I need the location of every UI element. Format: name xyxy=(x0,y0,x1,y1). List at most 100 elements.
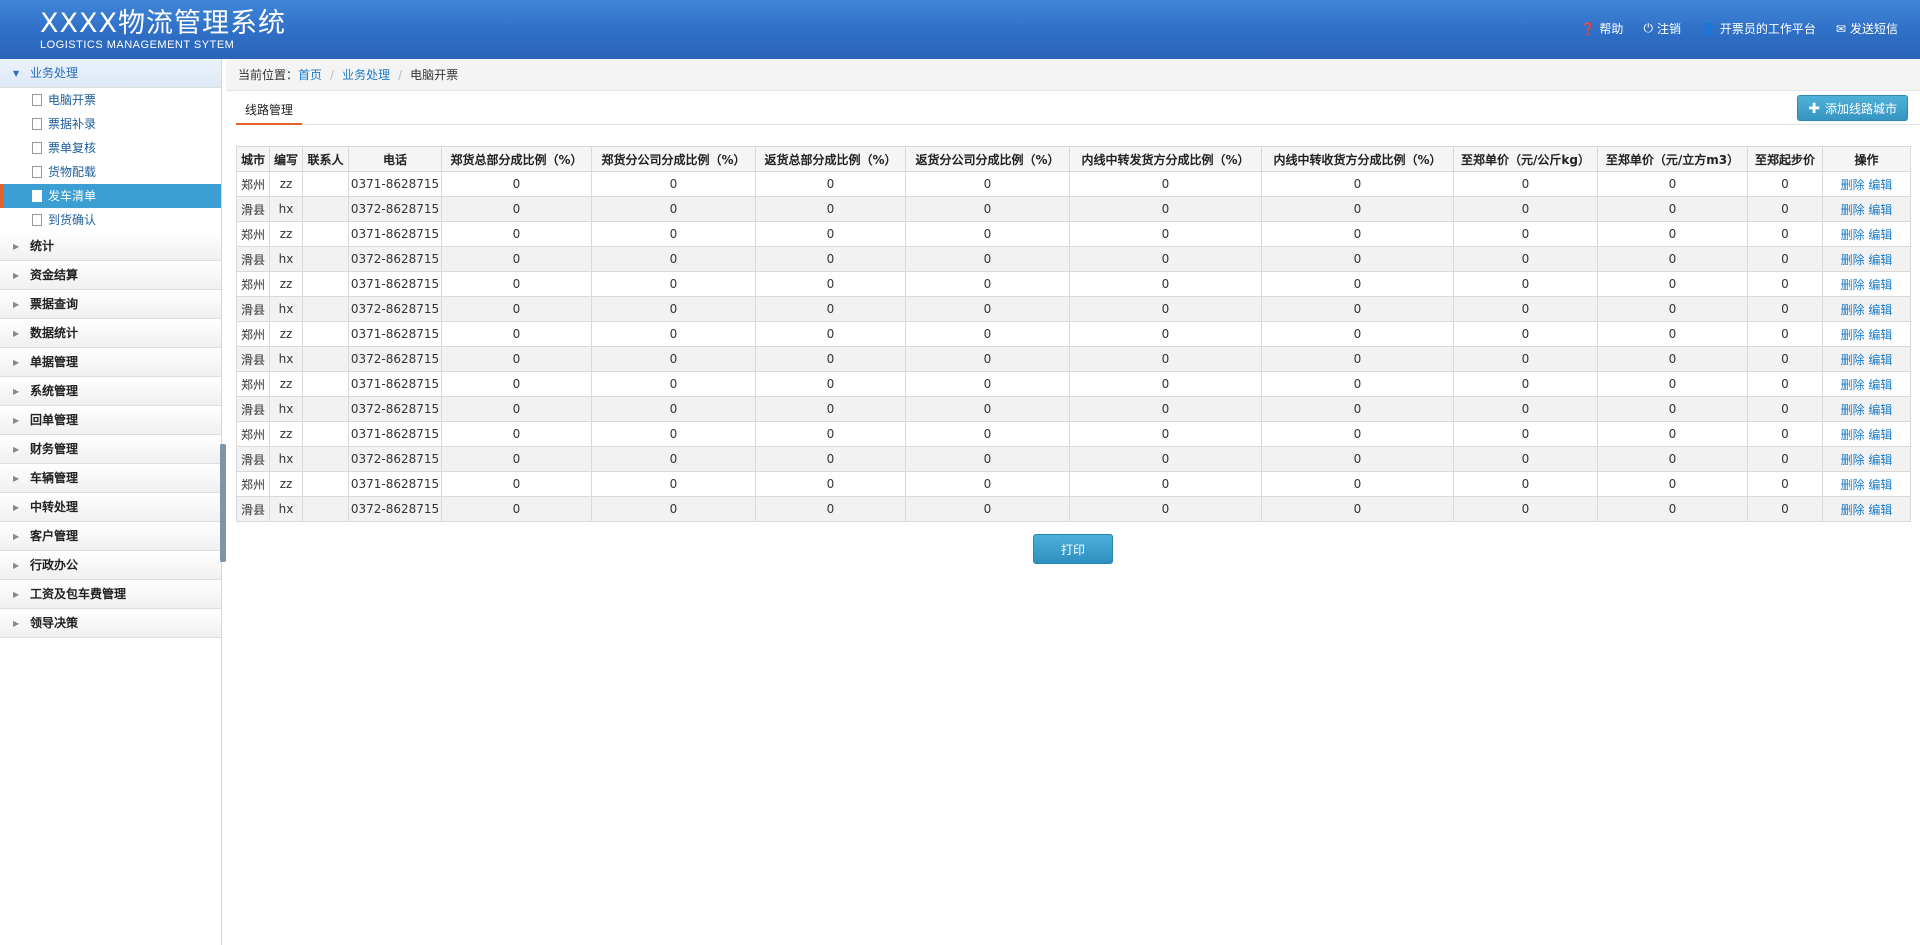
edit-link[interactable]: 编辑 xyxy=(1868,278,1892,292)
edit-link[interactable]: 编辑 xyxy=(1868,503,1892,517)
breadcrumb-section[interactable]: 业务处理 xyxy=(342,68,390,82)
tab-route-management[interactable]: 线路管理 xyxy=(236,95,303,125)
delete-link[interactable]: 删除 xyxy=(1841,253,1865,267)
print-button[interactable]: 打印 xyxy=(1033,534,1113,564)
help-link[interactable]: ❓ 帮助 xyxy=(1580,20,1623,37)
table-actions-cell: 删除 编辑 xyxy=(1822,246,1911,272)
sidebar-group[interactable]: ▶ 统计 xyxy=(0,232,221,261)
edit-link[interactable]: 编辑 xyxy=(1868,328,1892,342)
table-cell: 0371-8628715 xyxy=(348,371,442,397)
table-cell: zz xyxy=(269,271,303,297)
table-cell: 0 xyxy=(1069,471,1262,497)
table-header-cell: 电话 xyxy=(348,146,442,172)
table-row: 滑县 hx 0372-8628715 0 0 0 0 0 0 0 0 0 删除 编辑 xyxy=(236,296,1911,322)
delete-link[interactable]: 删除 xyxy=(1841,303,1865,317)
edit-link[interactable]: 编辑 xyxy=(1868,378,1892,392)
delete-link[interactable]: 删除 xyxy=(1841,403,1865,417)
table-actions-cell: 删除 编辑 xyxy=(1822,271,1911,297)
table-cell: 0 xyxy=(905,296,1070,322)
sidebar-subitem[interactable]: 到货确认 xyxy=(0,208,221,232)
table-cell: 0 xyxy=(755,446,906,472)
table-cell: 0 xyxy=(905,196,1070,222)
sidebar-subitem[interactable]: 票单复核 xyxy=(0,136,221,160)
delete-link[interactable]: 删除 xyxy=(1841,278,1865,292)
table-cell: 0 xyxy=(591,396,756,422)
delete-link[interactable]: 删除 xyxy=(1841,478,1865,492)
delete-link[interactable]: 删除 xyxy=(1841,453,1865,467)
delete-link[interactable]: 删除 xyxy=(1841,378,1865,392)
delete-link[interactable]: 删除 xyxy=(1841,503,1865,517)
sidebar-group[interactable]: ▶ 系统管理 xyxy=(0,377,221,406)
edit-link[interactable]: 编辑 xyxy=(1868,428,1892,442)
delete-link[interactable]: 删除 xyxy=(1841,353,1865,367)
table-cell: 0 xyxy=(1747,346,1823,372)
edit-link[interactable]: 编辑 xyxy=(1868,178,1892,192)
sidebar-group[interactable]: ▶ 客户管理 xyxy=(0,522,221,551)
table-cell: hx xyxy=(269,446,303,472)
table-cell: 0 xyxy=(905,346,1070,372)
sidebar-subitem[interactable]: 发车清单 xyxy=(0,184,221,208)
chevron-right-icon: ▶ xyxy=(13,590,20,599)
sidebar-group[interactable]: ▶ 数据统计 xyxy=(0,319,221,348)
table-cell: 0 xyxy=(591,221,756,247)
sidebar-group[interactable]: ▶ 车辆管理 xyxy=(0,464,221,493)
edit-link[interactable]: 编辑 xyxy=(1868,203,1892,217)
edit-link[interactable]: 编辑 xyxy=(1868,303,1892,317)
sidebar-subitem[interactable]: 票据补录 xyxy=(0,112,221,136)
delete-link[interactable]: 删除 xyxy=(1841,178,1865,192)
workspace-link[interactable]: 👤 开票员的工作平台 xyxy=(1701,20,1816,37)
table-cell: 0 xyxy=(905,371,1070,397)
table-header-cell: 返货总部分成比例（%） xyxy=(755,146,906,172)
sidebar-group[interactable]: ▶ 财务管理 xyxy=(0,435,221,464)
sidebar-group-business[interactable]: ▼ 业务处理 xyxy=(0,59,221,88)
logout-link[interactable]: ⏻ 注销 xyxy=(1643,20,1681,37)
table-cell: 0 xyxy=(1597,471,1748,497)
sms-link[interactable]: ✉ 发送短信 xyxy=(1836,20,1898,37)
edit-link[interactable]: 编辑 xyxy=(1868,403,1892,417)
edit-link[interactable]: 编辑 xyxy=(1868,253,1892,267)
table-cell: 0 xyxy=(1747,371,1823,397)
table-cell: 0 xyxy=(1597,221,1748,247)
table-cell: 0 xyxy=(591,371,756,397)
sidebar-group[interactable]: ▶ 票据查询 xyxy=(0,290,221,319)
sidebar-group[interactable]: ▶ 中转处理 xyxy=(0,493,221,522)
edit-link[interactable]: 编辑 xyxy=(1868,478,1892,492)
table-cell: hx xyxy=(269,396,303,422)
tab-bar: 线路管理 xyxy=(236,95,1920,125)
table-header-cell: 至郑单价（元/立方m3） xyxy=(1597,146,1748,172)
add-route-city-button[interactable]: ✚ 添加线路城市 xyxy=(1797,95,1908,121)
table-cell: 0371-8628715 xyxy=(348,471,442,497)
sidebar-subitem[interactable]: 电脑开票 xyxy=(0,88,221,112)
sidebar-group-label: 客户管理 xyxy=(30,529,79,543)
sidebar-subitem[interactable]: 货物配载 xyxy=(0,160,221,184)
table-cell: 0 xyxy=(905,446,1070,472)
sidebar-group[interactable]: ▶ 回单管理 xyxy=(0,406,221,435)
sidebar-group[interactable]: ▶ 领导决策 xyxy=(0,609,221,638)
sidebar-group[interactable]: ▶ 工资及包车费管理 xyxy=(0,580,221,609)
table-cell: 0 xyxy=(1069,446,1262,472)
app-subtitle: LOGISTICS MANAGEMENT SYTEM xyxy=(40,39,235,51)
table-cell: 0 xyxy=(1453,471,1598,497)
delete-link[interactable]: 删除 xyxy=(1841,203,1865,217)
sidebar-group[interactable]: ▶ 资金结算 xyxy=(0,261,221,290)
edit-link[interactable]: 编辑 xyxy=(1868,353,1892,367)
edit-link[interactable]: 编辑 xyxy=(1868,228,1892,242)
table-cell: 0 xyxy=(441,221,592,247)
logout-link-label: 注销 xyxy=(1656,22,1681,36)
table-cell xyxy=(302,446,349,472)
delete-link[interactable]: 删除 xyxy=(1841,228,1865,242)
sidebar-group[interactable]: ▶ 单据管理 xyxy=(0,348,221,377)
table-row: 郑州 zz 0371-8628715 0 0 0 0 0 0 0 0 0 删除 编辑 xyxy=(236,221,1911,247)
sidebar-group[interactable]: ▶ 行政办公 xyxy=(0,551,221,580)
table-cell: 0 xyxy=(1261,296,1454,322)
delete-link[interactable]: 删除 xyxy=(1841,328,1865,342)
sidebar-group-label: 中转处理 xyxy=(30,500,79,514)
edit-link[interactable]: 编辑 xyxy=(1868,453,1892,467)
delete-link[interactable]: 删除 xyxy=(1841,428,1865,442)
table-cell xyxy=(302,321,349,347)
sidebar-group-label: 工资及包车费管理 xyxy=(30,587,127,601)
breadcrumb-home[interactable]: 首页 xyxy=(298,68,322,82)
chevron-right-icon: ▶ xyxy=(13,561,20,570)
table-cell: 0 xyxy=(1261,221,1454,247)
table-cell: 0372-8628715 xyxy=(348,446,442,472)
